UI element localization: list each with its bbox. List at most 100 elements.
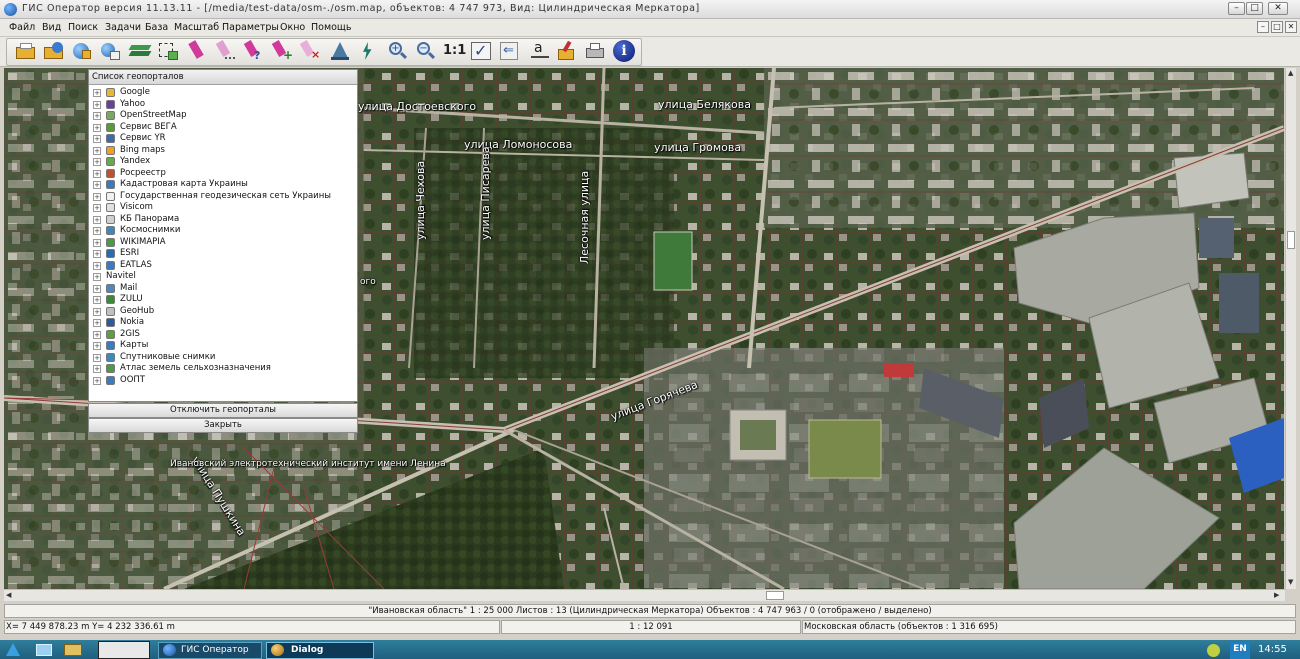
geoportal-item-label: Yahoo [120,98,146,109]
expand-plus-icon[interactable]: + [93,89,101,97]
scroll-left-arrow-icon[interactable]: ◀ [6,591,11,599]
disable-geoportals-button[interactable]: Отключить геопорталы [88,403,358,418]
check-icon[interactable]: ✓ [470,40,494,62]
expand-plus-icon[interactable]: + [93,296,101,304]
mdi-restore-button[interactable]: □ [1271,21,1283,33]
osm-icon [106,111,115,120]
show-desktop-icon[interactable] [36,644,52,656]
marker-question-icon[interactable]: ? [240,40,264,62]
expand-plus-icon[interactable]: + [93,273,101,281]
expand-plus-icon[interactable]: + [93,169,101,178]
paint-icon[interactable] [555,40,579,62]
expand-plus-icon[interactable]: + [93,215,101,224]
open-layers-icon[interactable] [98,40,122,62]
menu-window[interactable]: Окно [280,22,305,33]
expand-plus-icon[interactable]: + [93,238,101,247]
marker-dots-icon[interactable] [212,40,236,62]
vertical-scroll-thumb[interactable] [1287,231,1295,249]
panorama-icon [106,214,115,224]
print-icon[interactable] [583,40,607,62]
expand-plus-icon[interactable]: + [93,330,101,339]
geoportal-item-label: Nokia [120,317,145,327]
street-label-pisareva: улица Писарева [479,146,492,240]
expand-plus-icon[interactable]: + [93,227,101,235]
open-file-icon[interactable] [14,40,38,62]
menu-search[interactable]: Поиск [68,22,98,33]
open-folder-icon[interactable] [42,40,66,62]
expand-plus-icon[interactable]: + [93,353,101,362]
expand-plus-icon[interactable]: + [93,146,101,155]
lightning-icon[interactable] [356,40,380,62]
expand-plus-icon[interactable]: + [93,192,101,201]
ukraine-geodetic-icon [106,191,115,201]
window-title: ГИС Оператор версия 11.13.11 - [/media/t… [22,3,700,14]
toolbar: ? + × + − 1:1 ✓ ⇐ a i [0,37,1300,67]
map-vertical-scrollbar[interactable]: ▲ ▼ [1285,68,1296,589]
file-manager-icon[interactable] [64,644,82,656]
scroll-up-arrow-icon[interactable]: ▲ [1288,69,1293,77]
keyboard-layout-indicator[interactable]: EN [1230,642,1250,659]
close-panel-button[interactable]: Закрыть [88,418,358,433]
menu-help[interactable]: Помощь [311,22,351,33]
geoportal-item-label: GeoHub [120,305,155,316]
expand-plus-icon[interactable]: + [93,158,101,166]
expand-plus-icon[interactable]: + [93,112,101,120]
expand-plus-icon[interactable]: + [93,261,101,270]
zoom-out-icon[interactable]: − [414,40,438,62]
horizontal-scroll-thumb[interactable] [766,591,784,600]
menu-file[interactable]: Файл [9,22,35,33]
minimize-button[interactable]: – [1228,2,1245,15]
map-horizontal-scrollbar[interactable]: ◀ ▶ [4,589,1285,601]
expand-plus-icon[interactable]: + [93,100,101,109]
zoom-in-icon[interactable]: + [386,40,410,62]
marker-add-icon[interactable]: + [268,40,293,62]
map-tree-icon[interactable] [328,40,352,62]
geoportal-item-label: Bing maps [120,144,165,155]
scroll-right-arrow-icon[interactable]: ▶ [1274,591,1279,599]
geoportal-item-label: Космоснимки [120,225,181,235]
rosreestr-icon [106,168,115,178]
text-icon[interactable]: a [528,40,552,62]
marker-remove-icon[interactable]: × [296,40,320,62]
menu-tasks[interactable]: Задачи [105,22,141,33]
oopt-icon [106,375,115,385]
menu-parameters[interactable]: Параметры [222,22,279,33]
expand-plus-icon[interactable]: + [93,250,101,258]
select-add-icon[interactable] [156,40,180,62]
network-tray-icon[interactable] [1207,644,1220,657]
marker-icon[interactable] [184,40,208,62]
mdi-minimize-button[interactable]: – [1257,21,1269,33]
close-button[interactable]: ✕ [1268,2,1288,15]
layers-icon[interactable] [128,40,152,62]
street-label-chekhova: улица Чехова [414,160,427,240]
expand-plus-icon[interactable]: + [93,135,101,143]
expand-plus-icon[interactable]: + [93,376,101,385]
geoportal-item-label: ООПТ [120,374,145,385]
mdi-close-button[interactable]: ✕ [1285,21,1297,33]
workspace-pager[interactable] [98,641,150,659]
menu-view[interactable]: Вид [42,22,61,33]
expand-plus-icon[interactable]: + [93,284,101,293]
back-arrow-icon[interactable]: ⇐ [498,40,522,62]
menu-database[interactable]: База [145,22,168,33]
dialog-task-icon [271,644,284,656]
geoportal-item-label: OpenStreetMap [120,110,187,120]
expand-plus-icon[interactable]: + [93,319,101,327]
menu-scale[interactable]: Масштаб [174,22,219,33]
scale-1-1-icon[interactable]: 1:1 [443,40,466,62]
info-icon[interactable]: i [612,40,636,62]
expand-plus-icon[interactable]: + [93,123,101,132]
scroll-down-arrow-icon[interactable]: ▼ [1288,578,1293,586]
expand-plus-icon[interactable]: + [93,342,101,350]
expand-plus-icon[interactable]: + [93,204,101,212]
expand-plus-icon[interactable]: + [93,365,101,373]
start-menu-icon[interactable] [6,643,20,656]
expand-plus-icon[interactable]: + [93,181,101,189]
geoportal-item-label: Yandex [120,156,151,166]
maximize-button[interactable]: □ [1246,2,1263,15]
open-map-icon[interactable] [70,40,94,62]
geoportal-item-label: КБ Панорама [120,213,180,224]
expand-plus-icon[interactable]: + [93,307,101,316]
geoportal-item-label: Mail [120,282,138,293]
visicom-icon [106,203,115,212]
